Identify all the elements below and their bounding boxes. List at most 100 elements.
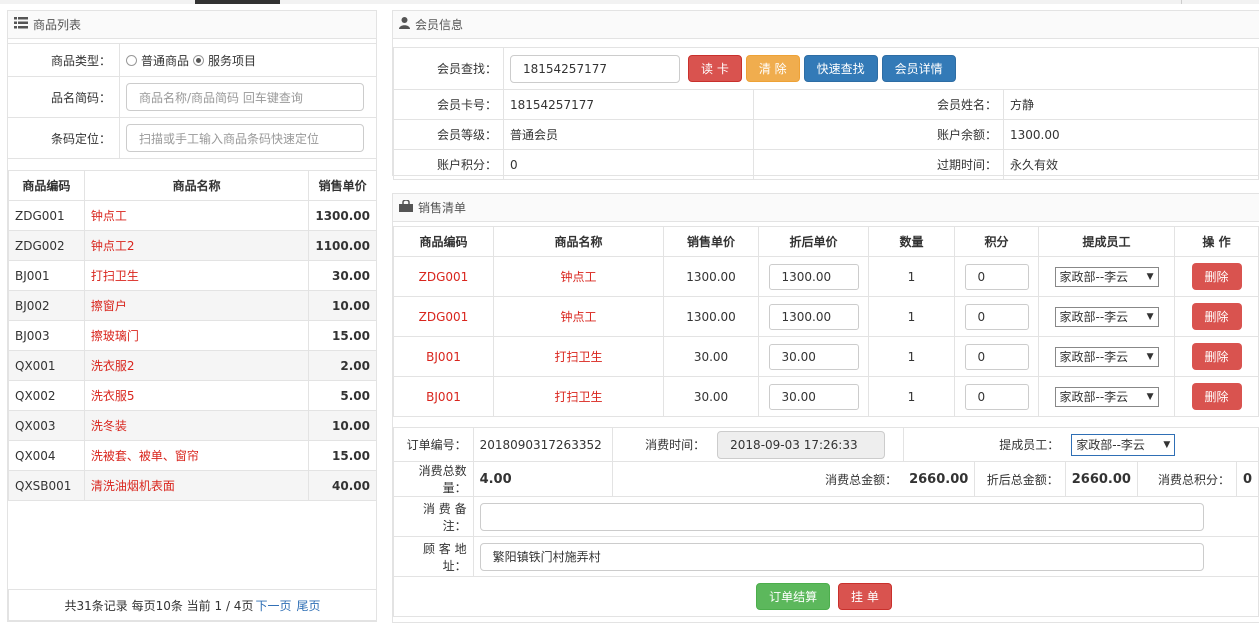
points-input[interactable]: 0 (964, 303, 1029, 330)
table-row[interactable]: ZDG002 钟点工2 1100.00 (8, 230, 377, 261)
points-input[interactable]: 0 (964, 383, 1029, 410)
product-code: QX002 (8, 380, 85, 411)
member-level-value: 普通会员 (503, 119, 754, 150)
col-price: 销售单价 (308, 170, 377, 201)
expire-value: 永久有效 (1003, 149, 1259, 180)
radio-empty-icon (126, 54, 137, 66)
sales-code: ZDG001 (393, 256, 494, 297)
staff-select[interactable]: 家政部--李云 ▼ (1054, 306, 1159, 327)
remark-input[interactable] (479, 502, 1204, 531)
balance-label: 账户余额： (753, 119, 1004, 150)
caret-down-icon: ▼ (1146, 311, 1154, 322)
points-label: 账户积分： (393, 149, 504, 180)
sales-name: 钟点工 (493, 256, 664, 297)
product-price: 1100.00 (308, 230, 377, 261)
barcode-input[interactable]: 扫描或手工输入商品条码快速定位 (126, 124, 364, 152)
staff-select[interactable]: 家政部--李云 ▼ (1054, 346, 1159, 367)
table-row[interactable]: QX001 洗衣服2 2.00 (8, 350, 377, 381)
last-page-link[interactable]: 尾页 (296, 597, 320, 614)
delete-button[interactable]: 删除 (1191, 343, 1242, 370)
disc-amount-label: 折后总金额： (974, 461, 1066, 497)
product-code: QX001 (8, 350, 85, 381)
delete-button[interactable]: 删除 (1191, 383, 1242, 410)
sales-disc-cell: 1300.00 (758, 256, 869, 297)
product-code: QX004 (8, 440, 85, 471)
sales-table: 商品编码 商品名称 销售单价 折后单价 数量 积分 提成员工 操 作 ZDG00… (393, 226, 1259, 417)
name-label: 品名简码： (8, 77, 120, 117)
staff-select[interactable]: 家政部--李云 ▼ (1054, 386, 1159, 407)
settle-order-button[interactable]: 订单结算 (756, 583, 831, 610)
disc-amount-value: 2660.00 (1064, 461, 1138, 497)
table-row[interactable]: BJ001 打扫卫生 30.00 (8, 260, 377, 291)
order-time-field: 2018-09-03 17:26:33 (717, 430, 886, 459)
table-row[interactable]: QXSB001 清洗油烟机表面 40.00 (8, 470, 377, 501)
staff-select[interactable]: 家政部--李云 ▼ (1054, 266, 1159, 287)
radio-service-items[interactable]: 服务项目 (193, 52, 256, 69)
sales-disc-cell: 30.00 (758, 376, 869, 417)
table-row[interactable]: BJ003 擦玻璃门 15.00 (8, 320, 377, 351)
disc-price-input[interactable]: 30.00 (768, 383, 859, 410)
sales-qty: 1 (868, 336, 955, 377)
remark-cell (472, 496, 1259, 537)
sales-price: 30.00 (663, 376, 759, 417)
expire-label: 过期时间： (753, 149, 1004, 180)
card-no-value: 18154257177 (503, 89, 754, 120)
quick-search-button[interactable]: 快速查找 (803, 55, 878, 82)
sales-col-op: 操 作 (1174, 226, 1259, 257)
sales-col-qty: 数量 (868, 226, 955, 257)
product-name: 钟点工 (83, 200, 310, 231)
next-page-link[interactable]: 下一页 (255, 597, 291, 614)
table-row[interactable]: QX004 洗被套、被单、窗帘 15.00 (8, 440, 377, 471)
sales-op-cell: 删除 (1174, 256, 1259, 297)
sales-code: ZDG001 (393, 296, 494, 337)
top-tab-bar (0, 0, 1259, 4)
product-filter: 商品类型： 普通商品 服务项目 品名简码： 商品名称/商品简码 回车键查询 条码… (8, 43, 377, 159)
sales-col-staff: 提成员工 (1038, 226, 1175, 257)
sales-name: 打扫卫生 (493, 336, 664, 377)
product-list-title: 商品列表 (33, 18, 82, 32)
col-code: 商品编码 (8, 170, 85, 201)
delete-button[interactable]: 删除 (1191, 303, 1242, 330)
member-search-input[interactable]: 18154257177 (510, 54, 680, 83)
member-info-panel: 会员信息 会员查找： 18154257177 读 卡 清 除 快速查找 会员详情… (392, 10, 1259, 180)
delete-button[interactable]: 删除 (1191, 263, 1242, 290)
disc-price-input[interactable]: 1300.00 (768, 303, 859, 330)
table-row[interactable]: ZDG001 钟点工 1300.00 (8, 200, 377, 231)
sales-op-cell: 删除 (1174, 376, 1259, 417)
product-code: ZDG002 (8, 230, 85, 261)
total-qty-label: 消费总数量： (393, 461, 474, 497)
product-name: 擦窗户 (83, 290, 310, 321)
order-staff-select[interactable]: 家政部--李云 ▼ (1071, 433, 1176, 456)
active-tab-indicator (195, 0, 280, 4)
caret-down-icon: ▼ (1146, 271, 1154, 282)
read-card-button[interactable]: 读 卡 (688, 55, 742, 82)
product-code: BJ001 (8, 260, 85, 291)
table-row[interactable]: QX003 洗冬装 10.00 (8, 410, 377, 441)
address-cell: 繁阳镇铁门村施弄村 (472, 536, 1259, 577)
address-input[interactable]: 繁阳镇铁门村施弄村 (479, 542, 1204, 571)
disc-price-input[interactable]: 30.00 (768, 343, 859, 370)
balance-value: 1300.00 (1003, 119, 1259, 150)
member-detail-button[interactable]: 会员详情 (881, 55, 956, 82)
pagination: 共31条记录 每页10条 当前 1 / 4页 下一页 尾页 (8, 589, 377, 621)
sales-name: 打扫卫生 (493, 376, 664, 417)
disc-price-input[interactable]: 1300.00 (768, 263, 859, 290)
member-info-header: 会员信息 (393, 11, 1259, 39)
card-no-label: 会员卡号： (393, 89, 504, 120)
member-info-title: 会员信息 (415, 18, 464, 32)
sales-col-price: 销售单价 (663, 226, 759, 257)
product-price: 30.00 (308, 260, 377, 291)
radio-normal-goods[interactable]: 普通商品 (126, 52, 189, 69)
hold-order-button[interactable]: 挂 单 (838, 583, 892, 610)
points-input[interactable]: 0 (964, 263, 1029, 290)
clear-button[interactable]: 清 除 (745, 55, 800, 82)
product-price: 15.00 (308, 440, 377, 471)
points-input[interactable]: 0 (964, 343, 1029, 370)
sales-qty: 1 (868, 256, 955, 297)
total-points-label: 消费总积分： (1136, 461, 1237, 497)
order-no-value: 2018090317263352 (472, 427, 613, 462)
table-row[interactable]: QX002 洗衣服5 5.00 (8, 380, 377, 411)
name-search-input[interactable]: 商品名称/商品简码 回车键查询 (126, 83, 364, 111)
product-price: 15.00 (308, 320, 377, 351)
table-row[interactable]: BJ002 擦窗户 10.00 (8, 290, 377, 321)
